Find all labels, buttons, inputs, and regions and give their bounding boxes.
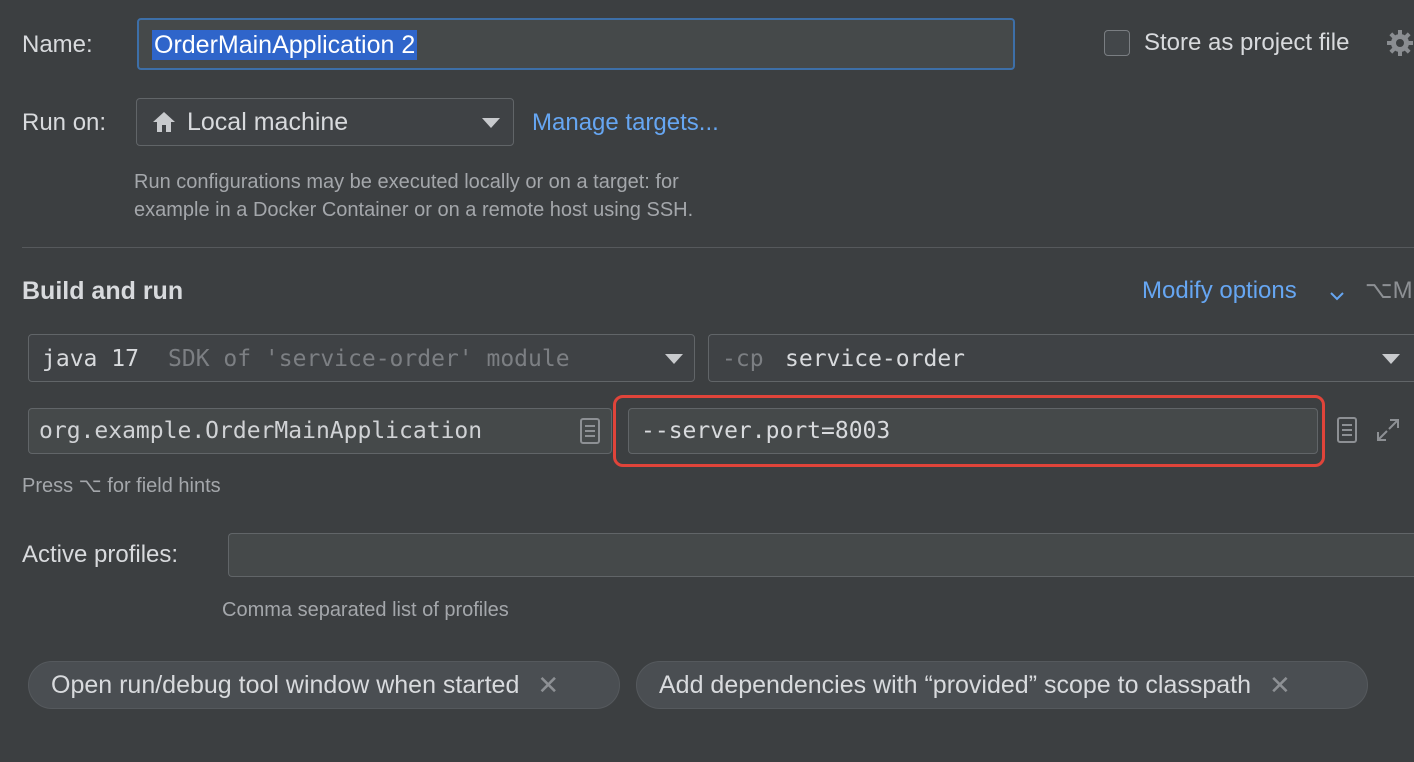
chevron-down-icon	[482, 118, 500, 128]
active-profiles-hint: Comma separated list of profiles	[222, 599, 509, 621]
highlight-box	[613, 395, 1325, 467]
name-input[interactable]: OrderMainApplication 2	[137, 18, 1015, 70]
field-hints-text: Press ⌥ for field hints	[22, 475, 221, 497]
chevron-down-icon	[665, 354, 683, 364]
run-on-dropdown[interactable]: Local machine	[136, 98, 514, 146]
close-icon[interactable]: ✕	[537, 670, 559, 701]
classpath-prefix: -cp	[722, 346, 764, 372]
store-as-project-label: Store as project file	[1144, 29, 1350, 56]
run-on-help-line1: Run configurations may be executed local…	[134, 171, 679, 193]
run-on-label: Run on:	[22, 109, 107, 136]
store-as-project-checkbox[interactable]	[1104, 30, 1130, 56]
main-class-value: org.example.OrderMainApplication	[39, 418, 483, 444]
name-input-value: OrderMainApplication 2	[152, 30, 418, 60]
expand-icon[interactable]	[1376, 418, 1400, 442]
sdk-sub-text: SDK of 'service-order' module	[168, 346, 570, 372]
chevron-down-icon	[1382, 354, 1400, 364]
run-on-help-line2: example in a Docker Container or on a re…	[134, 199, 694, 221]
active-profiles-input[interactable]	[228, 533, 1414, 577]
classpath-dropdown[interactable]: -cp service-order	[708, 334, 1414, 382]
chip-label: Open run/debug tool window when started	[51, 670, 520, 699]
section-divider	[22, 247, 1414, 248]
modify-options-shortcut: ⌥M	[1365, 277, 1413, 304]
home-icon	[151, 110, 177, 134]
gear-icon[interactable]	[1385, 28, 1414, 58]
close-icon[interactable]: ✕	[1269, 670, 1291, 701]
chip-open-tool-window: Open run/debug tool window when started …	[28, 661, 620, 709]
modify-options-link[interactable]: Modify options	[1142, 276, 1297, 306]
active-profiles-label: Active profiles:	[22, 541, 179, 568]
sdk-dropdown[interactable]: java 17 SDK of 'service-order' module	[28, 334, 695, 382]
name-label: Name:	[22, 31, 93, 58]
run-on-value: Local machine	[187, 108, 349, 136]
chevron-down-icon	[1328, 282, 1346, 301]
sdk-main-text: java 17	[42, 346, 139, 372]
chip-provided-scope: Add dependencies with “provided” scope t…	[636, 661, 1368, 709]
browse-icon[interactable]	[580, 418, 600, 444]
program-arguments-list-icon[interactable]	[1337, 417, 1357, 443]
chip-label: Add dependencies with “provided” scope t…	[659, 670, 1252, 699]
classpath-value: service-order	[785, 346, 966, 372]
build-run-title: Build and run	[22, 277, 184, 305]
manage-targets-link[interactable]: Manage targets...	[532, 108, 719, 138]
main-class-input[interactable]: org.example.OrderMainApplication	[28, 408, 612, 454]
